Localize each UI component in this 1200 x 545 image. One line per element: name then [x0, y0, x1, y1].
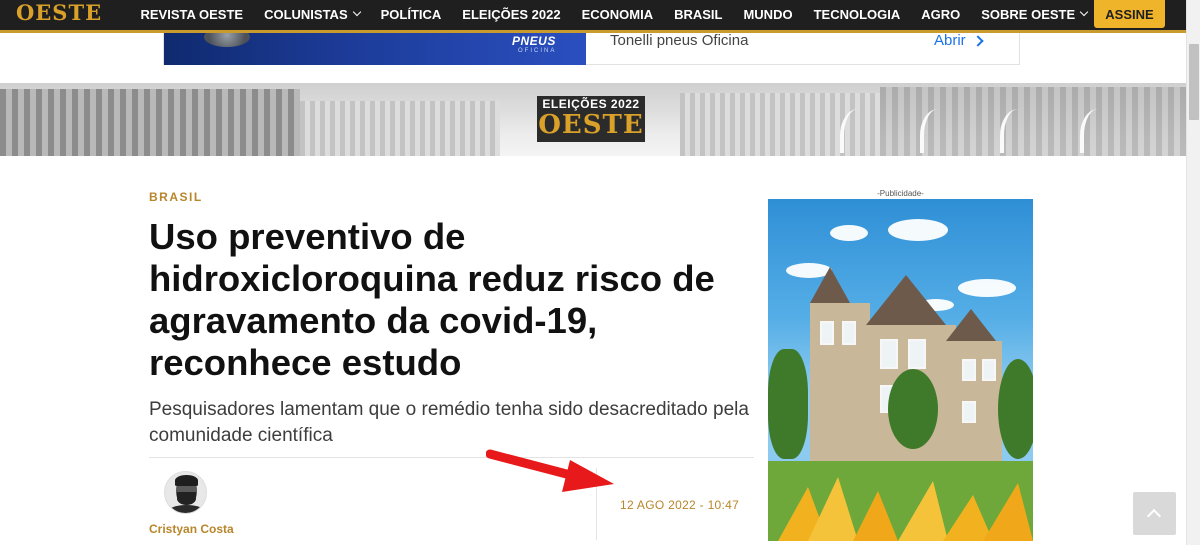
nav-item-colunistas[interactable]: COLUNISTAS	[254, 7, 371, 22]
avatar-beard	[177, 492, 196, 505]
nav-item-economia[interactable]: ECONOMIA	[571, 7, 664, 22]
cloud	[830, 225, 868, 241]
building-left	[0, 89, 300, 156]
nav-item-label: TECNOLOGIA	[813, 6, 901, 22]
publish-date: 12 AGO 2022 - 10:47	[620, 498, 740, 512]
nav-item-tecnologia[interactable]: TECNOLOGIA	[803, 7, 911, 22]
nav-item-brasil[interactable]: BRASIL	[664, 7, 733, 22]
nav-item-label: MUNDO	[743, 6, 793, 22]
nav-item-politica[interactable]: POLÍTICA	[370, 7, 452, 22]
ad-open-label: Abrir	[934, 32, 966, 49]
article-headline: Uso preventivo de hidroxicloroquina redu…	[149, 216, 715, 383]
avatar-shirt	[168, 505, 205, 513]
column-arc	[840, 109, 870, 153]
nav-item-label: AGRO	[921, 6, 961, 22]
tree	[998, 359, 1033, 459]
building-mid-left	[300, 101, 500, 156]
nav-menu: REVISTA OESTE COLUNISTAS POLÍTICA ELEIÇÕ…	[130, 0, 1098, 28]
subscribe-button[interactable]: ASSINE	[1094, 0, 1165, 28]
chevron-up-icon	[1146, 508, 1162, 524]
house-wall	[810, 303, 870, 461]
house-window	[908, 339, 926, 369]
nav-item-revista-oeste[interactable]: REVISTA OESTE	[130, 7, 254, 22]
election-banner[interactable]: ELEIÇÕES 2022 OESTE	[0, 83, 1186, 156]
house-window	[962, 401, 976, 423]
election-logo-text: OESTE	[538, 110, 644, 140]
house-roof	[866, 275, 946, 325]
back-to-top-button[interactable]	[1133, 492, 1176, 535]
advertising-label: -Publicidade-	[877, 189, 924, 198]
cloud	[888, 219, 948, 241]
author-avatar[interactable]	[164, 471, 207, 514]
avatar-hair	[175, 475, 198, 486]
tire-image	[204, 33, 250, 47]
tree	[888, 369, 938, 449]
tree	[768, 349, 808, 459]
nav-item-label: POLÍTICA	[380, 6, 442, 22]
divider	[149, 457, 754, 458]
flowers-image	[778, 477, 1033, 541]
column-arc	[1000, 109, 1030, 153]
ad-open-button[interactable]: Abrir	[934, 32, 984, 49]
house-window	[820, 321, 834, 345]
red-arrow-annotation	[486, 449, 614, 492]
ad-brand-sub: OFICINA	[518, 48, 557, 54]
election-logo: ELEIÇÕES 2022 OESTE	[537, 96, 645, 142]
ad-brand: PNEUS	[512, 34, 556, 48]
nav-item-label: BRASIL	[674, 6, 723, 22]
side-ad[interactable]: X	[768, 199, 1033, 541]
chevron-down-icon	[352, 7, 361, 17]
chevron-down-icon	[1079, 7, 1089, 17]
house-window	[880, 339, 898, 369]
nav-item-label: ECONOMIA	[581, 6, 654, 22]
nav-item-label: ELEIÇÕES 2022	[462, 6, 561, 22]
house-window	[982, 359, 996, 381]
ad-image: PNEUS OFICINA	[164, 33, 586, 65]
nav-item-agro[interactable]: AGRO	[911, 7, 971, 22]
nav-item-eleicoes-2022[interactable]: ELEIÇÕES 2022	[452, 7, 571, 22]
page-scrollbar[interactable]	[1186, 0, 1200, 545]
nav-item-label: COLUNISTAS	[264, 6, 348, 22]
column-arc	[920, 109, 950, 153]
top-navigation: OESTE REVISTA OESTE COLUNISTAS POLÍTICA …	[0, 0, 1186, 33]
election-title: ELEIÇÕES 2022	[542, 97, 640, 111]
scrollbar-thumb[interactable]	[1189, 44, 1199, 120]
article-subtitle: Pesquisadores lamentam que o remédio ten…	[149, 399, 749, 446]
nav-item-label: SOBRE OESTE	[981, 6, 1076, 22]
nav-item-label: REVISTA OESTE	[140, 6, 244, 22]
author-name[interactable]: Cristyan Costa	[149, 522, 234, 536]
nav-item-sobre-oeste[interactable]: SOBRE OESTE	[971, 7, 1098, 22]
house-window	[962, 359, 976, 381]
house-window	[842, 321, 856, 345]
nav-item-mundo[interactable]: MUNDO	[733, 7, 803, 22]
site-logo[interactable]: OESTE	[16, 2, 102, 23]
column-arc	[1080, 109, 1110, 153]
top-ad-banner[interactable]: PNEUS OFICINA Tonelli pneus Oficina Abri…	[163, 33, 1020, 65]
article-category[interactable]: BRASIL	[149, 190, 203, 204]
house-roof	[810, 267, 850, 303]
chevron-right-icon	[972, 35, 984, 47]
ad-text: Tonelli pneus Oficina	[610, 32, 749, 49]
